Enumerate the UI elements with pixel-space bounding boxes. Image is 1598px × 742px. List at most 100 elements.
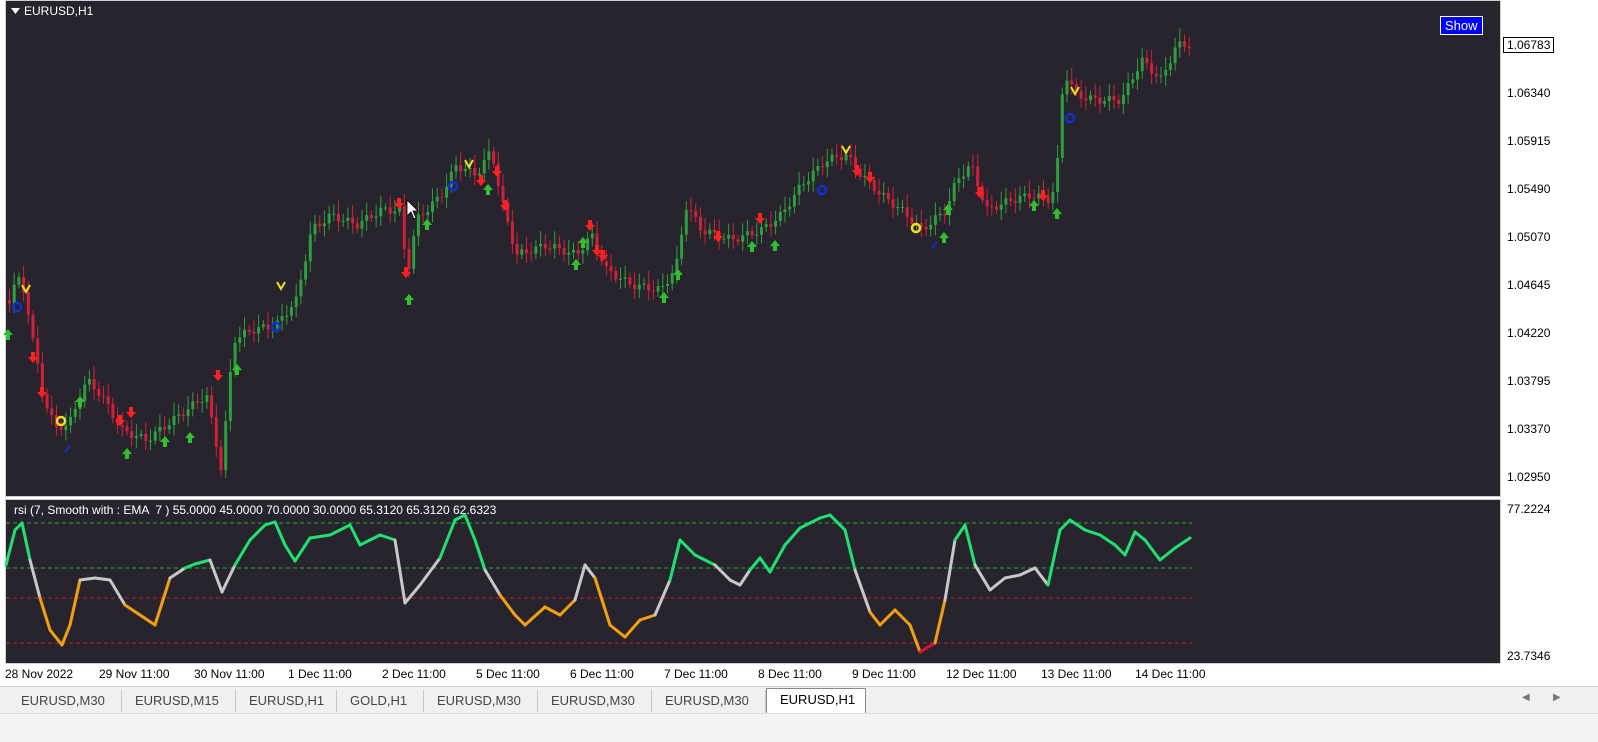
candle-body [69,416,73,426]
sell-arrow-icon [37,387,47,398]
candle-body [520,249,524,255]
candle-body [1126,83,1130,96]
candle-body [337,213,340,222]
candle-body [642,283,646,285]
candle-body [45,394,49,409]
tab-chart[interactable]: GOLD,H1 [337,690,424,712]
time-axis-label: 28 Nov 2022 [5,667,74,681]
candle-body [186,409,190,417]
time-axis-label: 13 Dec 11:00 [1041,667,1112,681]
candle-body [219,446,223,471]
rsi-curve-segment [1133,530,1147,542]
candle-body [839,156,843,161]
candle-body [426,212,430,216]
candle-body [722,238,726,240]
candle-body [731,235,735,240]
candle-body [200,402,204,404]
buy-arrow-icon [185,432,195,443]
candle-body [647,283,651,291]
price-axis-label: 1.04645 [1507,278,1551,292]
blue-tick-marker-icon [64,445,71,453]
rsi-curve-segment [273,520,287,547]
candle-body [1079,91,1083,99]
time-axis-label: 9 Dec 11:00 [852,667,916,681]
tab-chart[interactable]: EURUSD,M30 [8,690,122,712]
sell-arrow-icon [755,213,765,224]
rsi-curve-segment [283,543,297,563]
candle-body [896,207,900,209]
rsi-curve-segment [543,605,562,617]
candle-body [252,331,256,334]
buy-arrow-icon [232,364,242,375]
candle-body [1178,41,1182,48]
rsi-curve-segment [1173,536,1192,550]
yellow-circle-marker-icon [910,222,922,234]
candle-body [59,427,63,431]
candle-body [910,216,914,225]
candle-body [1027,193,1031,199]
candle-body [134,435,138,439]
time-axis-label: 14 Dec 11:00 [1135,667,1206,681]
candle-body [177,414,181,416]
candle-body [487,151,491,160]
triangle-down-icon[interactable] [11,7,20,15]
rsi-curve-segment [868,610,882,627]
candle-body [525,249,528,253]
candle-body [393,211,397,214]
candle-body [863,175,867,177]
rsi-curve-segment [728,578,742,587]
candle-body [529,252,533,254]
show-button[interactable]: Show [1440,16,1483,35]
buy-arrow-icon [1029,200,1039,211]
tab-active-chart[interactable]: EURUSD,H1 [766,688,866,713]
rsi-curve-segment [38,596,52,632]
tab-chart[interactable]: EURUSD,M15 [122,690,236,712]
rsi-curve-segment [418,556,442,587]
candle-body [374,216,378,219]
sell-arrow-icon [1038,190,1048,201]
tab-chart[interactable]: EURUSD,M30 [424,690,538,712]
candle-body [849,154,853,157]
candle-body [962,176,966,179]
rsi-curve-segment [933,598,947,645]
candle-body [656,286,660,292]
tab-chart[interactable]: EURUSD,M30 [538,690,652,712]
candle-body [1183,41,1186,47]
candle-body [999,204,1003,210]
rsi-curve-segment [138,613,157,627]
rsi-curve-segment [758,556,772,574]
yellow-v-marker-icon [464,159,474,170]
chevron-left-icon[interactable]: ◀ [1522,692,1530,703]
candle-body [285,315,289,317]
rsi-curve-segment [623,618,642,639]
candle-body [604,261,608,267]
rsi-curve-segment [1083,528,1102,537]
candle-body [454,165,458,172]
candle-body [210,395,214,418]
rsi-curve-segment [68,578,82,627]
candle-body [966,166,970,177]
candle-body [120,425,124,427]
rsi-curve-segment [233,538,252,567]
tab-chart[interactable]: EURUSD,M30 [652,690,766,712]
candle-body [628,277,632,285]
candle-body [388,207,392,214]
candle-body [73,409,77,417]
rsi-curve-segment [438,518,457,560]
rsi-axis-min: 23.7346 [1507,649,1551,663]
time-axis-label: 30 Nov 11:00 [194,667,265,681]
candle-body [835,154,839,157]
chevron-right-icon[interactable]: ▶ [1553,692,1561,703]
candle-body [750,231,754,236]
chart-symbol-title[interactable]: EURUSD,H1 [11,4,93,18]
indicator-label: rsi (7, Smooth with : EMA 7 ) 55.0000 45… [14,503,497,517]
tab-chart[interactable]: EURUSD,H1 [236,690,337,712]
rsi-curve-segment [153,576,172,627]
rsi-curve-segment [378,533,397,542]
candle-body [990,206,994,208]
candle-body [1089,95,1092,101]
candle-body [1013,200,1017,203]
candle-body [412,236,416,269]
sell-arrow-icon [394,198,404,209]
candle-body [1121,95,1125,104]
